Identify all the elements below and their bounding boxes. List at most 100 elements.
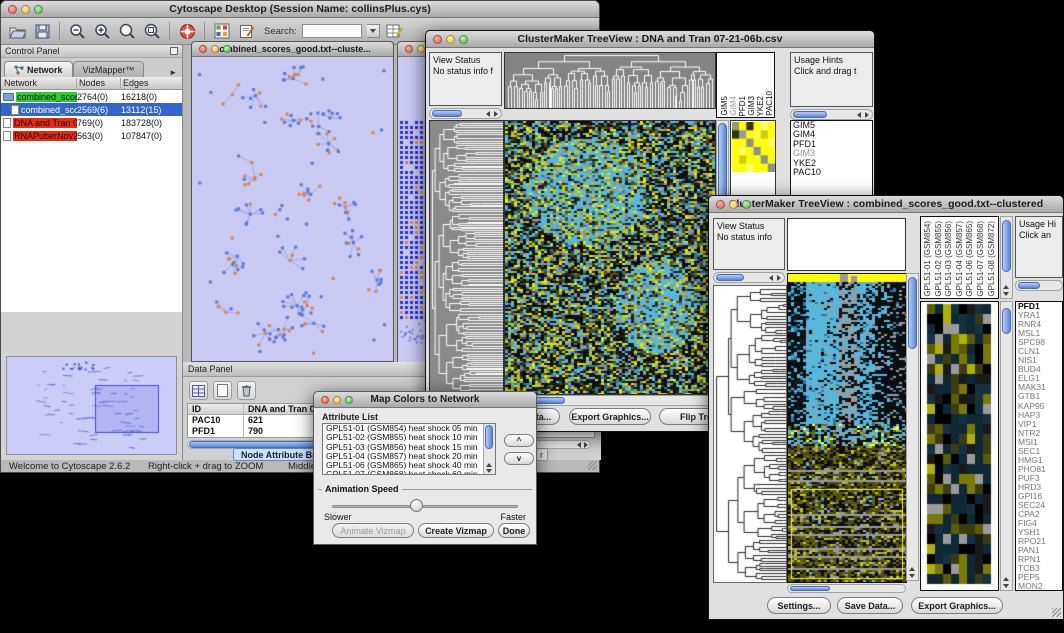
delete-attribute-icon[interactable] [237, 381, 256, 400]
scroll-up-icon[interactable] [486, 463, 492, 467]
dialog-titlebar[interactable]: Map Colors to Network [314, 392, 536, 408]
column-nodes[interactable]: Nodes [77, 78, 121, 88]
scroll-left-icon[interactable] [577, 442, 581, 448]
tv2-heatmap[interactable] [787, 273, 907, 583]
save-session-icon[interactable] [32, 21, 52, 41]
scrollbar-thumb[interactable] [432, 110, 462, 117]
network-row[interactable]: RNAPuberNov2+ 563(0) 107847(0) [1, 129, 182, 142]
close-button[interactable] [8, 5, 17, 14]
scrollbar-thumb[interactable] [793, 111, 827, 118]
scroll-down-icon[interactable] [909, 574, 915, 578]
select-attributes-icon[interactable] [189, 381, 208, 400]
zoom-button[interactable] [459, 35, 468, 44]
move-up-button[interactable]: ^ [504, 434, 534, 447]
save-data-button[interactable]: Save Data... [837, 597, 903, 614]
network-overview-navigator[interactable] [6, 356, 177, 455]
tab-network[interactable]: Network [4, 61, 73, 77]
resize-grip[interactable] [1052, 608, 1061, 617]
settings-button[interactable]: Settings... [767, 597, 831, 614]
gene-label[interactable]: MON2 [1016, 582, 1062, 591]
scrollbar-thumb[interactable] [1002, 220, 1011, 272]
scroll-left-icon[interactable] [486, 111, 490, 117]
help-icon[interactable] [177, 21, 197, 41]
scroll-down-icon[interactable] [1003, 292, 1009, 296]
more-tabs-icon[interactable]: ► [169, 68, 179, 77]
scroll-down-icon[interactable] [486, 469, 492, 473]
minimize-button[interactable] [211, 45, 219, 53]
network-row[interactable]: DNA and Tran 07 769(0) 183728(0) [1, 116, 182, 129]
tv2-labels-vscrollbar[interactable] [1000, 216, 1013, 299]
close-button[interactable] [199, 45, 207, 53]
scroll-up-icon[interactable] [1003, 285, 1009, 289]
tv1-usage-scrollbar[interactable] [790, 109, 873, 120]
minimize-button[interactable] [21, 5, 30, 14]
scrollbar-thumb[interactable] [1018, 282, 1040, 289]
tv2-heatmap-hscrollbar[interactable] [787, 584, 906, 593]
zoom-fit-icon[interactable] [117, 21, 137, 41]
move-down-button[interactable]: v [504, 452, 534, 465]
close-button[interactable] [433, 35, 442, 44]
zoom-selected-icon[interactable] [142, 21, 162, 41]
attribute-item[interactable]: GPL51-07 (GSM868) heat shock 60 min [323, 470, 495, 475]
scrollbar-thumb[interactable] [716, 274, 744, 281]
minimize-button[interactable] [446, 35, 455, 44]
scroll-up-icon[interactable] [909, 567, 915, 571]
animation-speed-slider-track[interactable] [332, 505, 518, 508]
vizmap-icon[interactable] [212, 21, 232, 41]
scroll-right-icon[interactable] [584, 442, 588, 448]
zoom-in-icon[interactable] [92, 21, 112, 41]
network-row-selected[interactable]: combined_sco 2569(6) 13112(15) [1, 103, 182, 116]
net1-titlebar[interactable]: combined_scores_good.txt--cluste... [192, 42, 393, 57]
scrollbar-thumb[interactable] [485, 425, 493, 449]
zoom-button[interactable] [223, 45, 231, 53]
scroll-left-icon[interactable] [857, 112, 861, 118]
tv2-row-dendrogram[interactable] [713, 285, 787, 583]
scroll-up-icon[interactable] [1003, 577, 1009, 581]
tv1-row-dendrogram[interactable] [429, 120, 504, 395]
tv1-heatmap[interactable] [504, 120, 716, 395]
annotation-icon[interactable] [237, 21, 257, 41]
open-session-icon[interactable] [7, 21, 27, 41]
column-network[interactable]: Network [1, 78, 77, 88]
search-dropdown[interactable] [367, 24, 380, 38]
tv1-status-scrollbar[interactable] [429, 108, 502, 119]
animation-speed-slider-thumb[interactable] [410, 499, 423, 512]
scrollbar-thumb[interactable] [908, 277, 917, 349]
export-graphics-button[interactable]: Export Graphics... [569, 408, 651, 425]
search-input[interactable] [302, 24, 362, 38]
column-edges[interactable]: Edges [121, 78, 182, 88]
zoom-button[interactable] [34, 5, 43, 14]
network-row[interactable]: combined_scores 2764(0) 16218(0) [1, 90, 182, 103]
zoom-button[interactable] [742, 200, 751, 209]
resize-grip[interactable] [588, 461, 597, 470]
close-button[interactable] [321, 396, 329, 404]
tv1-column-dendrogram[interactable] [504, 52, 716, 109]
minimize-button[interactable] [333, 396, 341, 404]
listbox-vscrollbar[interactable] [483, 424, 495, 474]
scroll-right-icon[interactable] [865, 112, 869, 118]
scroll-down-icon[interactable] [1003, 584, 1009, 588]
tv2-titlebar[interactable]: ClusterMaker TreeView : combined_scores_… [709, 196, 1063, 213]
scrollbar-thumb[interactable] [1002, 308, 1011, 334]
attribute-listbox[interactable]: GPL51-01 (GSM854) heat shock 05 minGPL51… [322, 423, 496, 475]
gene-label[interactable]: PAC10 [791, 168, 872, 177]
create-vizmap-button[interactable]: Create Vizmap [418, 523, 494, 538]
minimize-button[interactable] [729, 200, 738, 209]
tv2-heatmap-vscrollbar[interactable] [906, 273, 919, 581]
id-column-header[interactable]: ID [188, 404, 244, 414]
close-button[interactable] [716, 200, 725, 209]
export-graphics-button[interactable]: Export Graphics... [911, 597, 1003, 614]
tv1-titlebar[interactable]: ClusterMaker TreeView : DNA and Tran 07-… [426, 31, 874, 48]
animate-vizmap-button[interactable]: Animate Vizmap [332, 523, 414, 538]
main-titlebar[interactable]: Cytoscape Desktop (Session Name: collins… [1, 1, 599, 18]
minimize-button[interactable] [417, 45, 425, 53]
zoom-button[interactable] [345, 396, 353, 404]
done-button[interactable]: Done [498, 523, 530, 538]
scrollbar-thumb[interactable] [790, 586, 830, 591]
close-button[interactable] [405, 45, 413, 53]
new-attribute-icon[interactable] [213, 381, 232, 400]
tv2-selected-vscrollbar[interactable] [1000, 301, 1013, 591]
tv2-usage-scrollbar[interactable] [1015, 280, 1063, 291]
attribute-browser-icon[interactable] [385, 21, 405, 41]
scroll-left-icon[interactable] [769, 275, 773, 281]
